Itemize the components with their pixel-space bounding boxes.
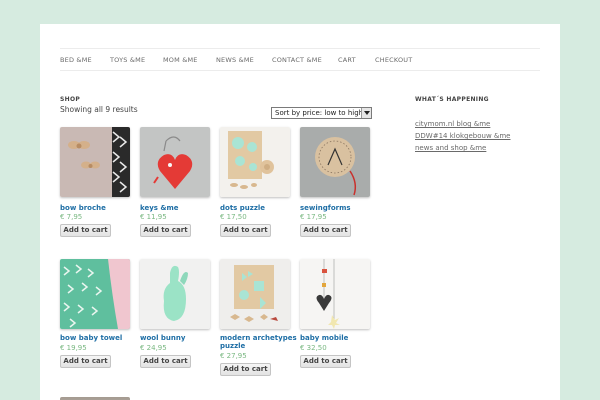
results-count: Showing all 9 results bbox=[60, 105, 138, 114]
product-name[interactable]: baby mobile bbox=[300, 334, 380, 342]
product-image-wool-bunny[interactable] bbox=[140, 259, 210, 329]
sidebar-link-news[interactable]: news and shop &me bbox=[415, 144, 486, 152]
nav-item-mom[interactable]: MOM &ME bbox=[163, 56, 198, 64]
main-navigation: BED &ME TOYS &ME MOM &ME NEWS &ME CONTAC… bbox=[60, 48, 540, 71]
product-image-keys[interactable] bbox=[140, 127, 210, 197]
product-price: € 27,95 bbox=[220, 352, 247, 360]
product-price: € 17,95 bbox=[300, 213, 327, 221]
page-container: BED &ME TOYS &ME MOM &ME NEWS &ME CONTAC… bbox=[40, 24, 560, 400]
product-image-bow-baby-towel[interactable] bbox=[60, 259, 130, 329]
dropdown-arrow-icon[interactable] bbox=[361, 108, 371, 118]
nav-item-news[interactable]: NEWS &ME bbox=[216, 56, 254, 64]
product-price: € 32,50 bbox=[300, 344, 327, 352]
product-price: € 24,95 bbox=[140, 344, 167, 352]
product-price: € 17,50 bbox=[220, 213, 247, 221]
add-to-cart-button[interactable]: Add to cart bbox=[300, 224, 351, 237]
add-to-cart-button[interactable]: Add to cart bbox=[140, 224, 191, 237]
product-image-sewingforms[interactable] bbox=[300, 127, 370, 197]
product-name[interactable]: dots puzzle bbox=[220, 204, 300, 212]
nav-item-cart[interactable]: CART bbox=[338, 56, 356, 64]
add-to-cart-button[interactable]: Add to cart bbox=[140, 355, 191, 368]
add-to-cart-button[interactable]: Add to cart bbox=[220, 224, 271, 237]
sidebar-link-ddw[interactable]: DDW#14 klokgebouw &me bbox=[415, 132, 510, 140]
product-price: € 19,95 bbox=[60, 344, 87, 352]
product-image-archetypes-puzzle[interactable] bbox=[220, 259, 290, 329]
nav-item-toys[interactable]: TOYS &ME bbox=[110, 56, 145, 64]
sidebar-link-citymom[interactable]: citymom.nl blog &me bbox=[415, 120, 490, 128]
product-image-baby-mobile[interactable] bbox=[300, 259, 370, 329]
nav-item-contact[interactable]: CONTACT &ME bbox=[272, 56, 322, 64]
product-name[interactable]: wool bunny bbox=[140, 334, 220, 342]
product-image-bow-broche[interactable] bbox=[60, 127, 130, 197]
sidebar-widget-title: WHAT´S HAPPENING bbox=[415, 96, 489, 103]
product-image-dots-puzzle[interactable] bbox=[220, 127, 290, 197]
product-name[interactable]: bow baby towel bbox=[60, 334, 140, 342]
product-name[interactable]: sewingforms bbox=[300, 204, 380, 212]
add-to-cart-button[interactable]: Add to cart bbox=[60, 355, 111, 368]
nav-item-bed[interactable]: BED &ME bbox=[60, 56, 92, 64]
product-name[interactable]: modern archetypes puzzle bbox=[220, 334, 300, 350]
nav-item-checkout[interactable]: CHECKOUT bbox=[375, 56, 412, 64]
add-to-cart-button[interactable]: Add to cart bbox=[60, 224, 111, 237]
shop-heading: SHOP bbox=[60, 96, 81, 103]
sort-select[interactable]: Sort by price: low to high bbox=[271, 107, 372, 119]
product-price: € 11,95 bbox=[140, 213, 167, 221]
product-name[interactable]: keys &me bbox=[140, 204, 220, 212]
product-price: € 7,95 bbox=[60, 213, 83, 221]
add-to-cart-button[interactable]: Add to cart bbox=[300, 355, 351, 368]
sort-selected-value: Sort by price: low to high bbox=[275, 109, 364, 117]
product-name[interactable]: bow broche bbox=[60, 204, 140, 212]
add-to-cart-button[interactable]: Add to cart bbox=[220, 363, 271, 376]
